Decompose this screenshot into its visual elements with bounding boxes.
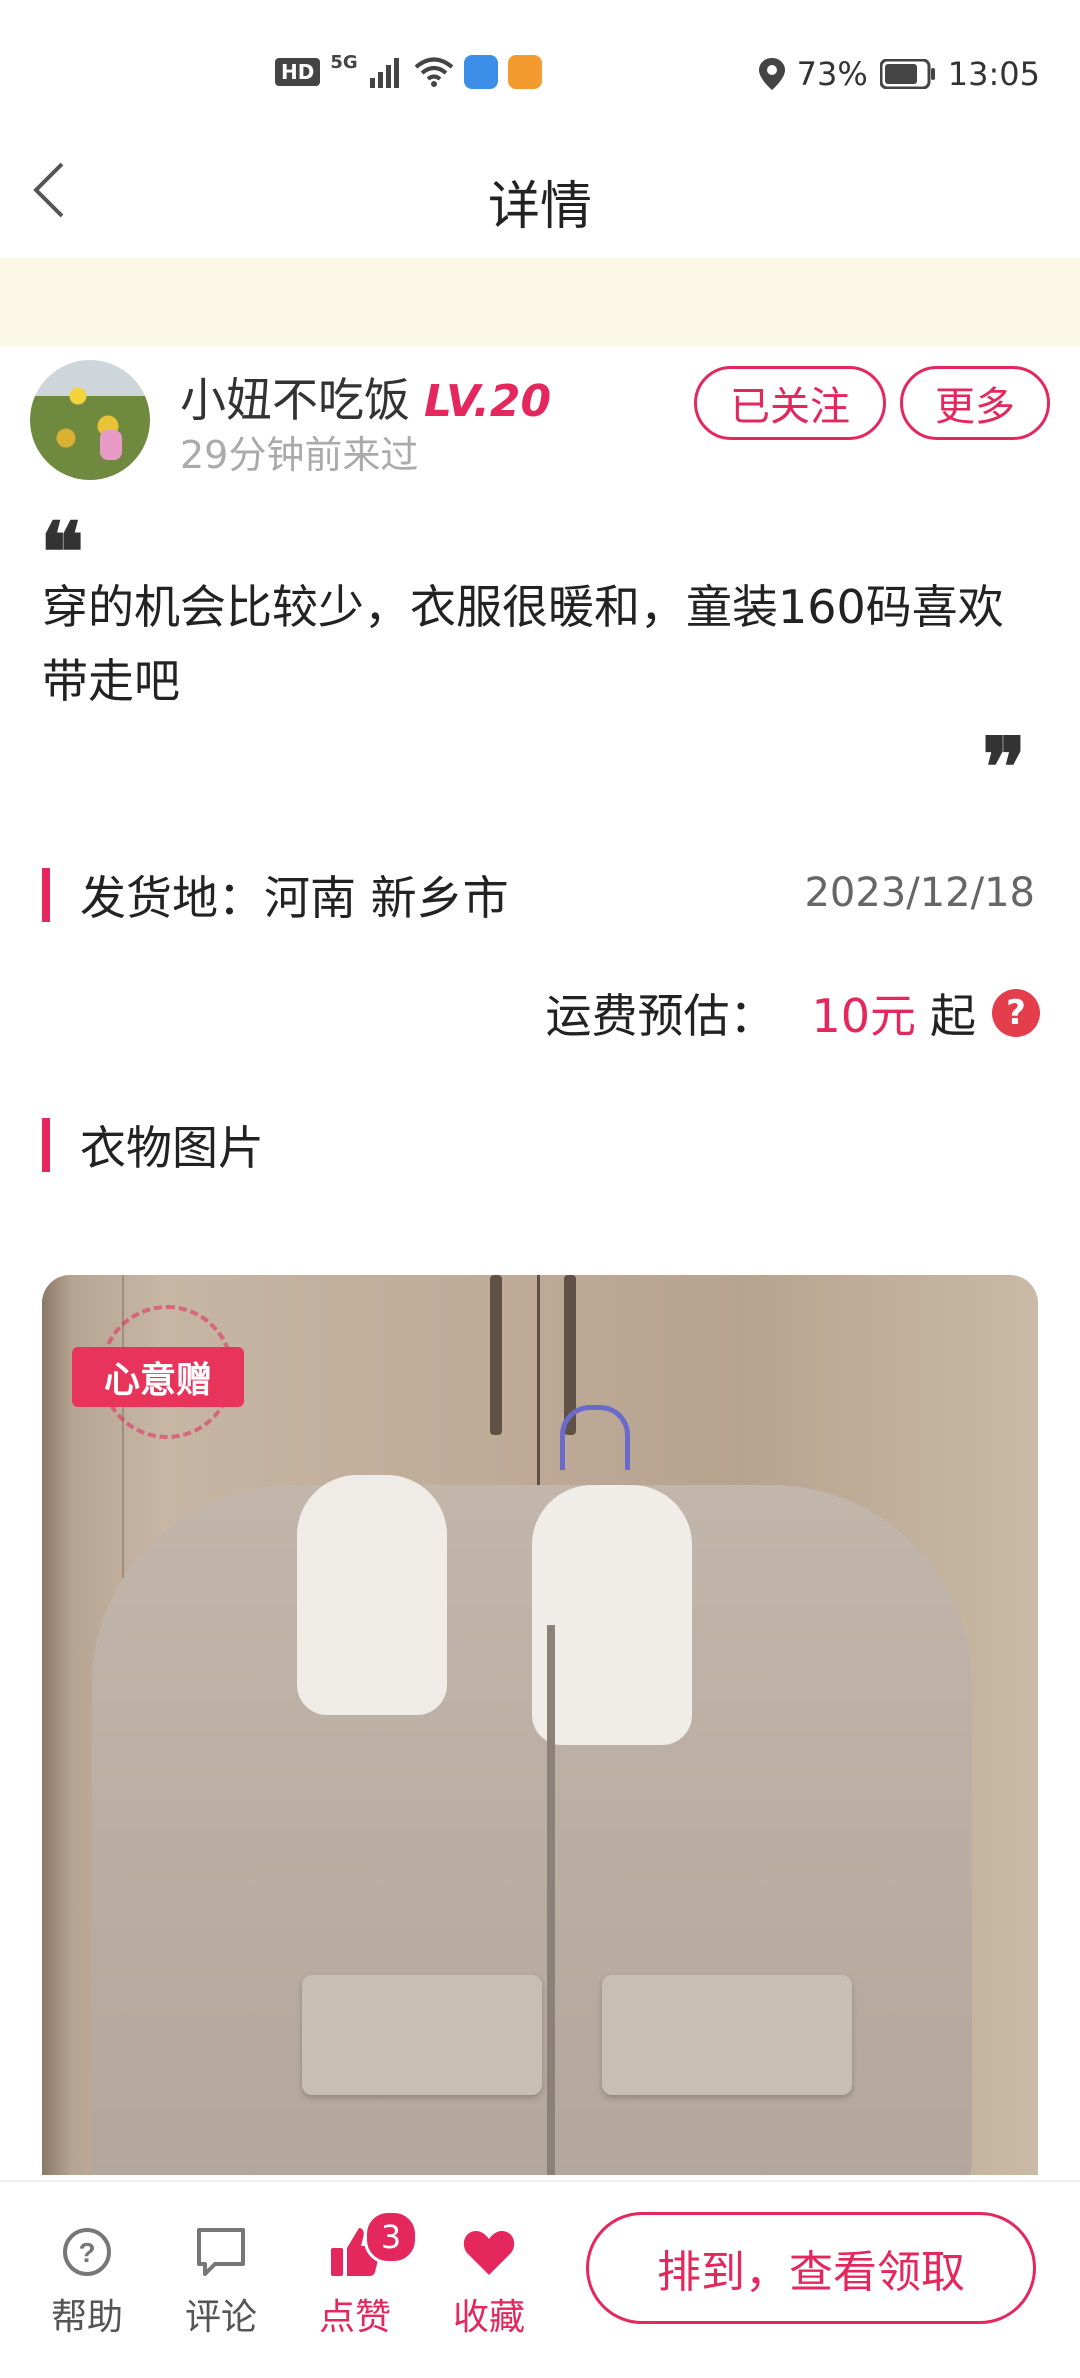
video-app-notification-icon <box>507 55 542 89</box>
shipping-fee-amount: 10元 <box>811 989 916 1043</box>
username: 小妞不吃饭 LV.20 <box>180 364 551 430</box>
shipping-fee: 运费预估： 10元 起 ? <box>545 980 1040 1046</box>
status-bar: HD 5G 73% 13:05 <box>0 0 1080 150</box>
like-tab-label: 点赞 <box>318 2297 391 2338</box>
post-description: 穿的机会比较少，衣服很暖和，童装160码喜欢带走吧 <box>42 580 1004 708</box>
status-icons-left: HD 5G <box>275 51 542 89</box>
hd-icon: HD <box>275 58 321 86</box>
stamp-label: 心意赠 <box>72 1347 244 1407</box>
more-button[interactable]: 更多 <box>900 366 1050 440</box>
svg-text:?: ? <box>78 2237 95 2268</box>
clothing-photo[interactable]: 心意赠 <box>42 1275 1038 2175</box>
follow-button[interactable]: 已关注 <box>694 366 886 440</box>
hanger <box>560 1405 630 1470</box>
status-icons-right: 73% 13:05 <box>758 55 1040 93</box>
question-circle-icon: ? <box>63 2228 111 2276</box>
location-icon <box>758 58 785 90</box>
bottom-action-bar: ? 帮助 评论 3 点赞 收藏 排到，查看领取 <box>0 2180 1080 2378</box>
comment-icon <box>197 2228 245 2276</box>
photos-section-title: 衣物图片 <box>80 1121 264 1175</box>
jacket-pocket <box>302 1975 542 2095</box>
last-seen: 29分钟前来过 <box>180 433 419 477</box>
comment-tab-label: 评论 <box>184 2297 257 2338</box>
like-tab[interactable]: 3 点赞 <box>300 2210 418 2340</box>
network-label: 5G <box>330 51 358 73</box>
jacket-fleece <box>532 1485 692 1745</box>
jacket-fleece <box>297 1475 447 1715</box>
level-badge: LV.20 <box>424 376 552 427</box>
signal-icon <box>369 58 399 88</box>
photos-section-header: 衣物图片 <box>42 1112 264 1178</box>
wifi-icon <box>414 57 453 87</box>
claim-button[interactable]: 排到，查看领取 <box>586 2212 1036 2324</box>
section-marker <box>42 1118 50 1172</box>
shipping-fee-suffix: 起 <box>930 989 976 1043</box>
heart-icon <box>463 2231 515 2275</box>
close-quote-icon: ❞ <box>982 720 1027 816</box>
notice-banner <box>0 258 1080 346</box>
shipping-origin: 发货地：河南 新乡市 <box>42 862 509 928</box>
help-tab[interactable]: ? 帮助 <box>32 2222 142 2340</box>
section-marker <box>42 868 50 922</box>
like-count-badge: 3 <box>364 2210 418 2264</box>
avatar-figure <box>100 430 122 460</box>
nav-bar: 详情 <box>0 150 1080 260</box>
help-tab-label: 帮助 <box>50 2297 123 2338</box>
comment-tab[interactable]: 评论 <box>166 2222 276 2340</box>
gift-stamp: 心意赠 <box>72 1305 244 1445</box>
shipping-origin-text: 发货地：河南 新乡市 <box>80 871 509 925</box>
shipping-fee-label: 运费预估： <box>545 989 776 1043</box>
battery-percent: 73% <box>796 55 868 93</box>
jacket-zipper <box>547 1625 555 2175</box>
battery-icon <box>879 59 935 89</box>
post-date: 2023/12/18 <box>804 870 1035 916</box>
wardrobe-handle <box>490 1275 502 1435</box>
jacket-pocket <box>602 1975 852 2095</box>
clock: 13:05 <box>947 55 1040 93</box>
avatar[interactable] <box>30 360 150 480</box>
help-circle-icon[interactable]: ? <box>992 989 1040 1037</box>
app-notification-icon <box>463 55 498 89</box>
page-title: 详情 <box>487 177 592 237</box>
username-text: 小妞不吃饭 <box>180 373 410 427</box>
favorite-tab-label: 收藏 <box>452 2297 525 2338</box>
favorite-tab[interactable]: 收藏 <box>434 2222 544 2340</box>
user-header: 小妞不吃饭 LV.20 29分钟前来过 已关注 更多 <box>30 360 1050 480</box>
